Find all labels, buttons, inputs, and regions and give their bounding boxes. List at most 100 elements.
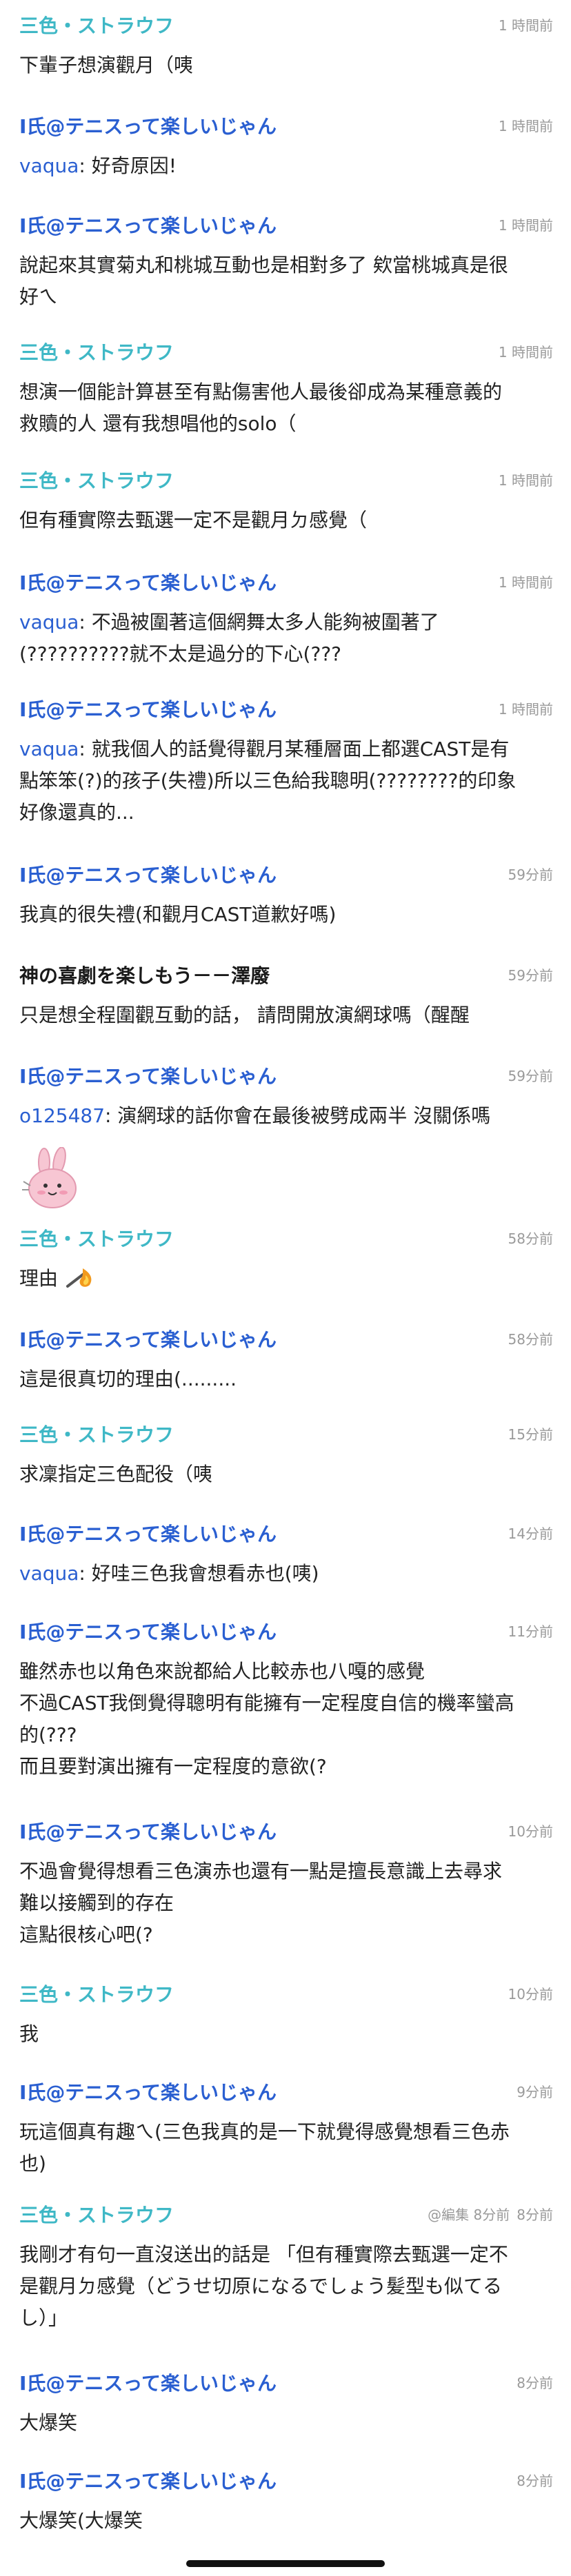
comment-body: 玩這個真有趣ㄟ(三色我真的是一下就覺得感覺想看三色赤 也)	[19, 2116, 552, 2180]
comment-text: 說起來其實菊丸和桃城互動也是相對多了 欸當桃城真是很	[19, 254, 508, 276]
home-indicator[interactable]	[186, 2560, 385, 2567]
comment-text: 好像還真的...	[19, 801, 134, 824]
comment-author[interactable]: I氏@テニスって楽しいじゃん	[19, 1820, 277, 1845]
comment-line: 下輩子想演觀月（咦	[19, 50, 552, 81]
comment-text: 是觀月ㄉ感覺（どうせ切原になるでしょう髪型も似てる	[19, 2275, 503, 2298]
comment-author[interactable]: I氏@テニスって楽しいじゃん	[19, 114, 277, 139]
comment-author[interactable]: I氏@テニスって楽しいじゃん	[19, 1064, 277, 1089]
comment-author[interactable]: I氏@テニスって楽しいじゃん	[19, 1328, 277, 1352]
comment-author[interactable]: 三色・ストラウフ	[19, 341, 174, 365]
comment-author[interactable]: 三色・ストラウフ	[19, 14, 174, 39]
comment-text: 而且要對演出擁有一定程度的意欲(?	[19, 1755, 327, 1778]
comment-author[interactable]: I氏@テニスって楽しいじゃん	[19, 2080, 277, 2105]
comment-text: 救贖的人 還有我想唱他的solo（	[19, 412, 297, 435]
comment-author[interactable]: I氏@テニスって楽しいじゃん	[19, 863, 277, 888]
comment-timestamp: 1 時間前	[499, 116, 553, 136]
comment-line: o125487: 演網球的話你會在最後被劈成兩半 沒關係嗎	[19, 1104, 491, 1127]
comment-body: 雖然赤也以角色來說都給人比較赤也八嘎的感覺 不過CAST我倒覺得聰明有能擁有一定程…	[19, 1656, 552, 1783]
comment-timestamp: @編集 8分前 8分前	[428, 2204, 553, 2225]
timestamp-value: 1 時間前	[498, 344, 553, 361]
fire-emoji-icon	[65, 1266, 95, 1289]
comment-line: 我真的很失禮(和觀月CAST道歉好嗎)	[19, 899, 552, 931]
comment-line: vaqua: 好奇原因!	[19, 154, 177, 177]
comment-line: 而且要對演出擁有一定程度的意欲(?	[19, 1751, 552, 1783]
comment-body: 我真的很失禮(和觀月CAST道歉好嗎)	[19, 899, 552, 931]
mention-link[interactable]: vaqua	[19, 611, 79, 633]
comment-line: 理由	[19, 1263, 552, 1295]
comment-timestamp: 15分前	[508, 1424, 553, 1445]
timestamp-value: 58分前	[508, 1331, 553, 1348]
comment-line: 是觀月ㄉ感覺（どうせ切原になるでしょう髪型も似てる	[19, 2271, 552, 2302]
mention-link[interactable]: vaqua	[19, 738, 79, 760]
comment-line: し）」	[19, 2302, 552, 2334]
comment-text: 好哇三色我會想看赤也(咦)	[91, 1562, 319, 1585]
comment-author[interactable]: I氏@テニスって楽しいじゃん	[19, 2469, 277, 2494]
comment-text: 我	[19, 2022, 39, 2045]
edited-indicator: @編集 8分前	[428, 2207, 510, 2223]
timestamp-value: 1 時間前	[498, 217, 553, 234]
comment-author[interactable]: I氏@テニスって楽しいじゃん	[19, 2371, 277, 2396]
timestamp-value: 59分前	[508, 1068, 553, 1084]
comment-author[interactable]: I氏@テニスって楽しいじゃん	[19, 1522, 277, 1547]
timestamp-value: 1 時間前	[498, 472, 553, 489]
comment-timestamp: 59分前	[508, 965, 553, 986]
comment-author[interactable]: I氏@テニスって楽しいじゃん	[19, 214, 277, 239]
comment-body: vaqua: 好奇原因!	[19, 150, 552, 182]
comment-timestamp: 1 時間前	[499, 699, 553, 720]
comment-text: 不過會覺得想看三色演赤也還有一點是擅長意識上去尋求	[19, 1860, 503, 1883]
comment-author[interactable]: 三色・ストラウフ	[19, 1982, 174, 2007]
timestamp-value: 10分前	[508, 1823, 553, 1840]
comment-line: 難以接觸到的存在	[19, 1887, 552, 1919]
comment-timestamp: 59分前	[508, 864, 553, 885]
bunny-sticker-icon[interactable]	[19, 1146, 86, 1213]
comment-timestamp: 58分前	[508, 1329, 553, 1350]
timestamp-value: 10分前	[508, 1986, 553, 2002]
comment-text: 但有種實際去甄選一定不是觀月ㄉ感覺（	[19, 509, 368, 531]
timestamp-value: 8分前	[517, 2473, 553, 2489]
timestamp-value: 9分前	[517, 2084, 553, 2100]
comment-text: 好ㄟ	[19, 285, 59, 308]
comment-line: vaqua: 好哇三色我會想看赤也(咦)	[19, 1562, 319, 1585]
comment-text: 不過被圍著這個網舞太多人能夠被圍著了	[91, 611, 439, 633]
comment-body: 但有種實際去甄選一定不是觀月ㄉ感覺（	[19, 505, 552, 536]
comment-line: vaqua: 不過被圍著這個網舞太多人能夠被圍著了	[19, 611, 439, 633]
comment-author[interactable]: I氏@テニスって楽しいじゃん	[19, 698, 277, 722]
comment-author[interactable]: 三色・ストラウフ	[19, 2203, 174, 2228]
comment-line: (??????????就不太是過分的下心(???	[19, 638, 552, 670]
comment-line: 好ㄟ	[19, 281, 552, 313]
comment-line: 大爆笑(大爆笑	[19, 2505, 552, 2537]
comment-body: 我	[19, 2018, 552, 2050]
comment-author[interactable]: I氏@テニスって楽しいじゃん	[19, 1620, 277, 1645]
comment-text: 我剛才有句一直沒送出的話是 「但有種實際去甄選一定不	[19, 2243, 508, 2266]
comment-text: 的(???	[19, 1723, 77, 1746]
comment-author[interactable]: 三色・ストラウフ	[19, 1227, 174, 1252]
comment-author[interactable]: 三色・ストラウフ	[19, 1423, 174, 1448]
comment-text: 雖然赤也以角色來說都給人比較赤也八嘎的感覺	[19, 1660, 425, 1683]
comment-body: 下輩子想演觀月（咦	[19, 50, 552, 81]
comment-text: 好奇原因!	[91, 154, 177, 177]
mention-link[interactable]: vaqua	[19, 154, 79, 177]
comment-author[interactable]: 三色・ストラウフ	[19, 469, 174, 494]
comment-author[interactable]: I氏@テニスって楽しいじゃん	[19, 571, 277, 596]
comment-text: 大爆笑	[19, 2411, 78, 2434]
timestamp-value: 1 時間前	[498, 574, 553, 591]
comment-text: 這點很核心吧(?	[19, 1923, 153, 1946]
comment-line: 的(???	[19, 1719, 552, 1751]
mention-link[interactable]: o125487	[19, 1104, 105, 1127]
comment-line: 說起來其實菊丸和桃城互動也是相對多了 欸當桃城真是很	[19, 250, 552, 281]
comment-author[interactable]: 神の喜劇を楽しもう－－澤廢	[19, 964, 270, 988]
comment-body: o125487: 演網球的話你會在最後被劈成兩半 沒關係嗎	[19, 1100, 552, 1132]
comment-text: 點笨笨(?)的孩子(失禮)所以三色給我聰明(????????的印象	[19, 769, 517, 792]
comment-line: 想演一個能計算甚至有點傷害他人最後卻成為某種意義的	[19, 376, 552, 408]
mention-link[interactable]: vaqua	[19, 1562, 79, 1585]
comment-text: 想演一個能計算甚至有點傷害他人最後卻成為某種意義的	[19, 381, 503, 403]
comment-text: 求凜指定三色配役（咦	[19, 1463, 213, 1485]
comment-timestamp: 10分前	[508, 1984, 553, 2005]
comment-timestamp: 8分前	[517, 2373, 553, 2393]
comment-line: 大爆笑	[19, 2407, 552, 2439]
comment-body: 大爆笑(大爆笑	[19, 2505, 552, 2537]
comment-timestamp: 1 時間前	[499, 215, 553, 236]
comment-timestamp: 1 時間前	[499, 470, 553, 491]
comment-timestamp: 1 時間前	[499, 572, 553, 593]
comment-line: 只是想全程圍觀互動的話， 請問開放演網球嗎（醒醒	[19, 1000, 552, 1031]
